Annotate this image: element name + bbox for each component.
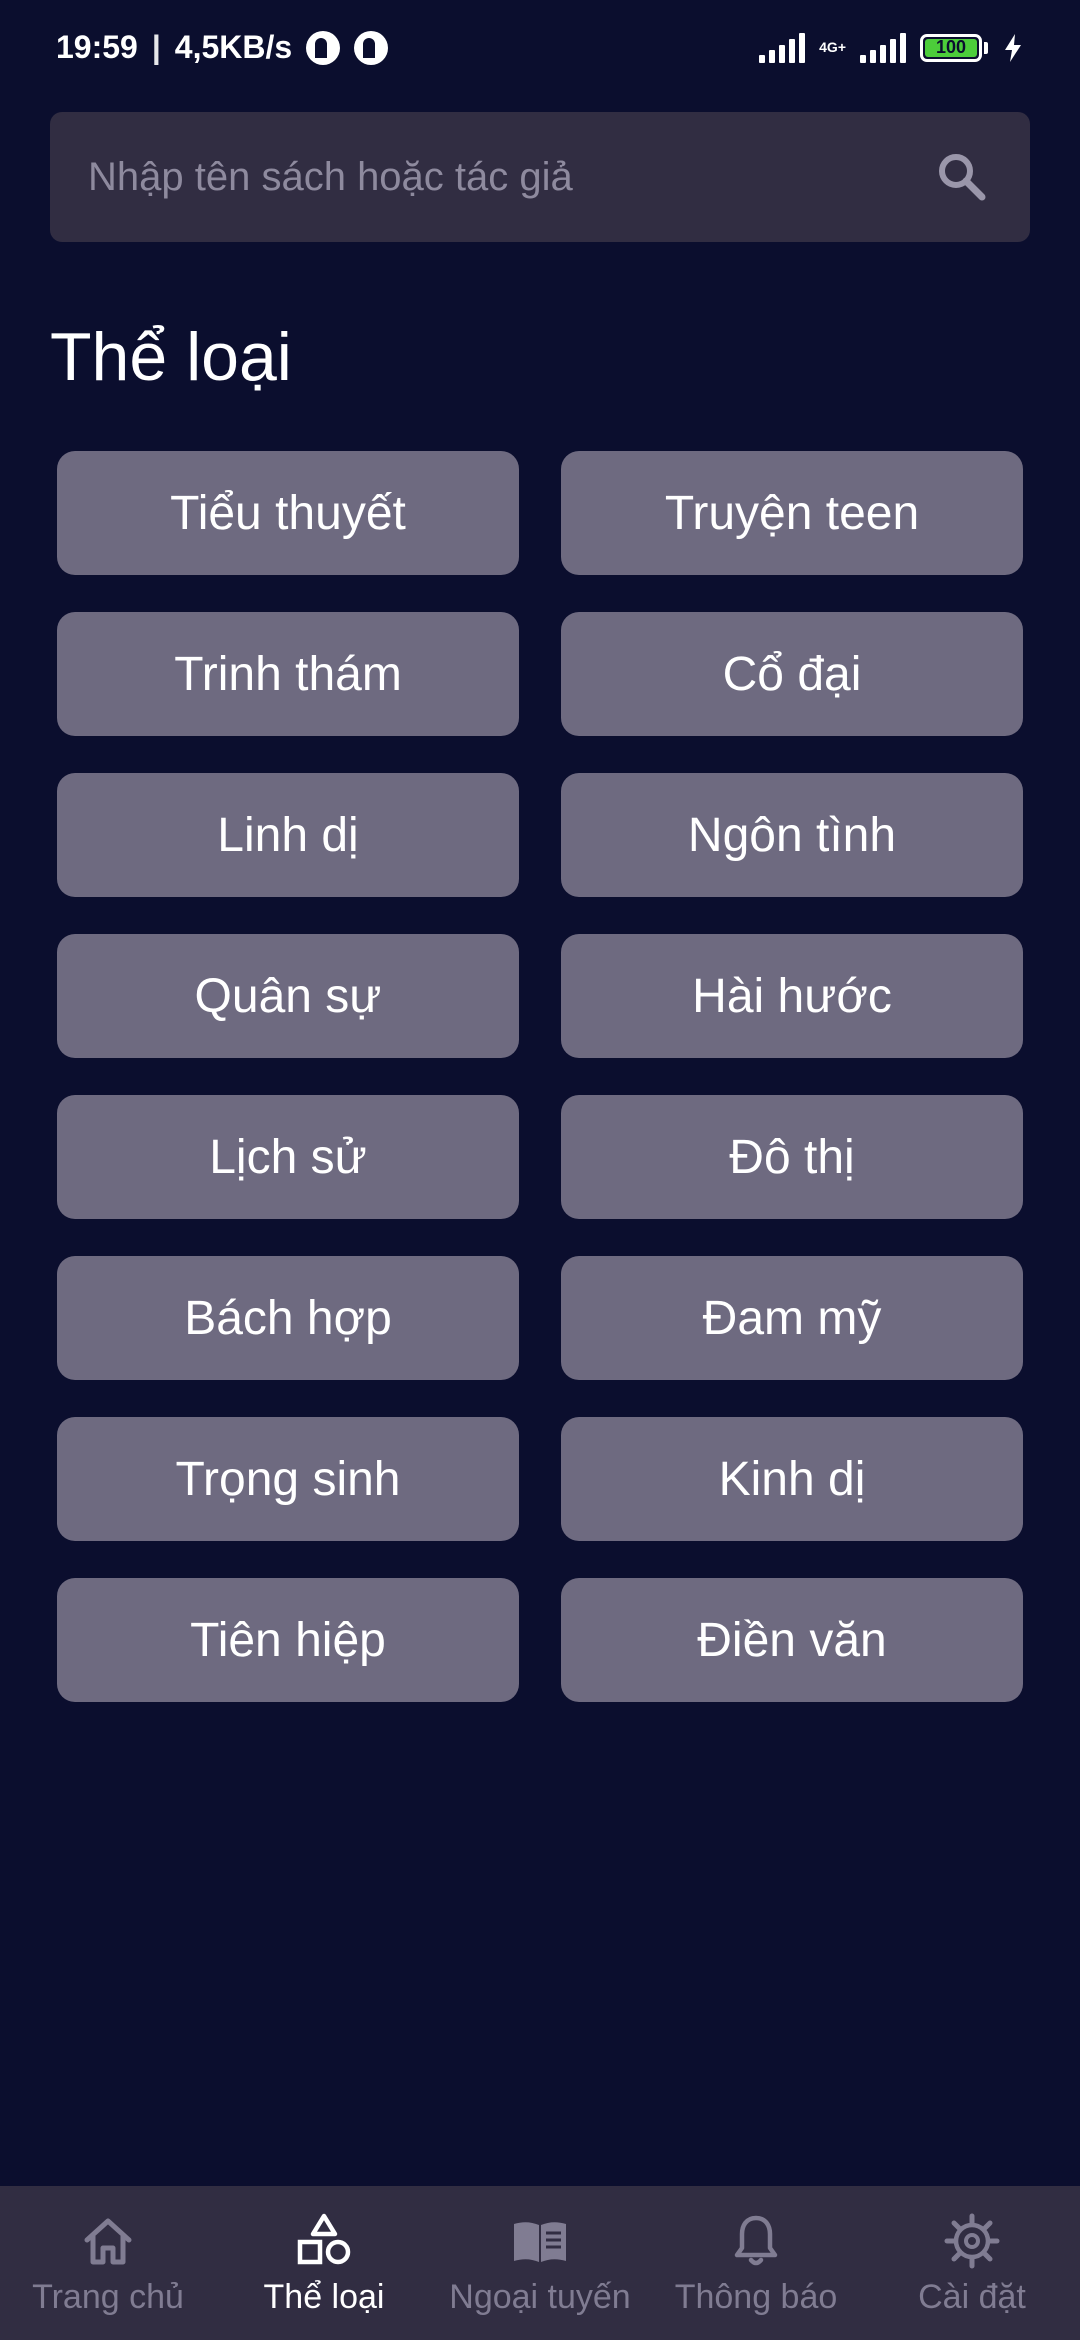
signal-icon	[860, 32, 906, 63]
genre-button[interactable]: Trọng sinh	[57, 1417, 519, 1541]
nav-label: Trang chủ	[32, 2278, 184, 2316]
gear-icon	[944, 2213, 1000, 2269]
search-input[interactable]	[86, 153, 934, 201]
nav-label: Ngoại tuyến	[449, 2278, 631, 2316]
nav-label: Thể loại	[263, 2278, 385, 2316]
genre-button[interactable]: Quân sự	[57, 934, 519, 1058]
status-left: 19:59 | 4,5KB/s	[56, 29, 389, 66]
genre-button[interactable]: Tiên hiệp	[57, 1578, 519, 1702]
battery-level: 100	[935, 37, 967, 57]
home-icon	[84, 2218, 132, 2265]
genre-button[interactable]: Đô thị	[561, 1095, 1023, 1219]
nav-item-settings[interactable]: Cài đặt	[864, 2186, 1080, 2340]
battery-cap	[984, 41, 988, 54]
network-type: 4G+	[819, 38, 846, 55]
app-notification-icon	[306, 30, 341, 65]
search-icon[interactable]	[934, 149, 990, 205]
genre-button[interactable]: Kinh dị	[561, 1417, 1023, 1541]
status-right: 4G+ 100	[759, 32, 1024, 63]
signal-icon	[759, 32, 806, 63]
search-bar[interactable]	[50, 112, 1030, 242]
nav-item-categories[interactable]: Thể loại	[216, 2186, 432, 2340]
genre-button[interactable]: Tiểu thuyết	[57, 451, 519, 575]
nav-item-offline[interactable]: Ngoại tuyến	[432, 2186, 648, 2340]
status-bar: 19:59 | 4,5KB/s 4G+ 100	[0, 0, 1080, 95]
nav-item-notifications[interactable]: Thông báo	[648, 2186, 864, 2340]
nav-item-home[interactable]: Trang chủ	[0, 2186, 216, 2340]
genre-button[interactable]: Linh dị	[57, 773, 519, 897]
genre-button[interactable]: Trinh thám	[57, 612, 519, 736]
status-separator: |	[151, 29, 161, 65]
genre-button[interactable]: Lịch sử	[57, 1095, 519, 1219]
book-open-icon	[514, 2222, 566, 2262]
genre-button[interactable]: Truyện teen	[561, 451, 1023, 575]
bell-icon	[734, 2215, 778, 2266]
nav-label: Thông báo	[674, 2278, 838, 2316]
page-title: Thể loại	[50, 319, 292, 395]
battery-icon: 100	[920, 33, 982, 62]
genre-button[interactable]: Ngôn tình	[561, 773, 1023, 897]
app-notification-icon	[354, 30, 389, 65]
status-time: 19:59	[56, 29, 138, 65]
genre-button[interactable]: Điền văn	[561, 1578, 1023, 1702]
charging-bolt-icon	[1005, 33, 1021, 62]
category-shapes-icon	[297, 2213, 351, 2265]
nav-label: Cài đặt	[918, 2278, 1026, 2316]
genre-button[interactable]: Hài hước	[561, 934, 1023, 1058]
genre-button[interactable]: Đam mỹ	[561, 1256, 1023, 1380]
genre-button[interactable]: Bách hợp	[57, 1256, 519, 1380]
genre-grid: Tiểu thuyết Truyện teen Trinh thám Cổ đạ…	[57, 451, 1023, 1702]
genre-button[interactable]: Cổ đại	[561, 612, 1023, 736]
network-speed: 4,5KB/s	[174, 29, 293, 65]
bottom-nav: Trang chủ Thể loại Ngoại tuyến Thông báo	[0, 2186, 1080, 2340]
